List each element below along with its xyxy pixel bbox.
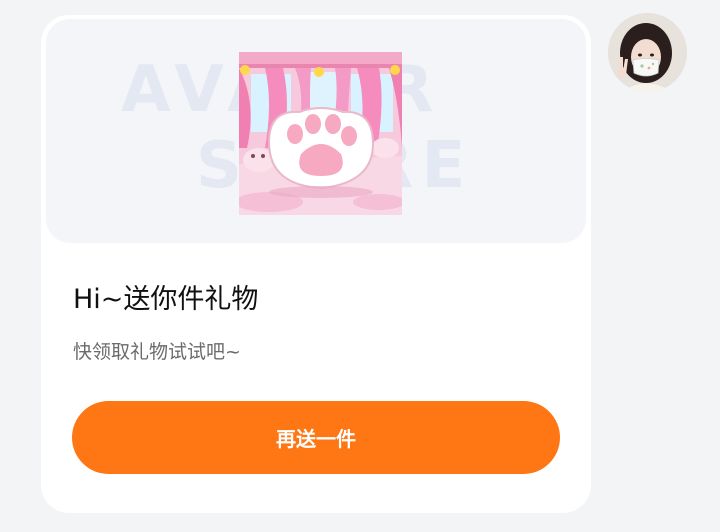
- user-avatar-photo[interactable]: [608, 13, 687, 92]
- gift-preview: AVATAR STORE: [46, 19, 586, 243]
- chat-screen: AVATAR STORE: [0, 0, 720, 532]
- gift-message-card[interactable]: AVATAR STORE: [41, 15, 591, 513]
- gift-title: Hi~送你件礼物: [73, 284, 259, 315]
- send-another-button[interactable]: 再送一件: [72, 401, 560, 474]
- gift-subtitle: 快领取礼物试试吧~: [73, 341, 241, 363]
- cat-paw-cushion-image[interactable]: [239, 52, 402, 215]
